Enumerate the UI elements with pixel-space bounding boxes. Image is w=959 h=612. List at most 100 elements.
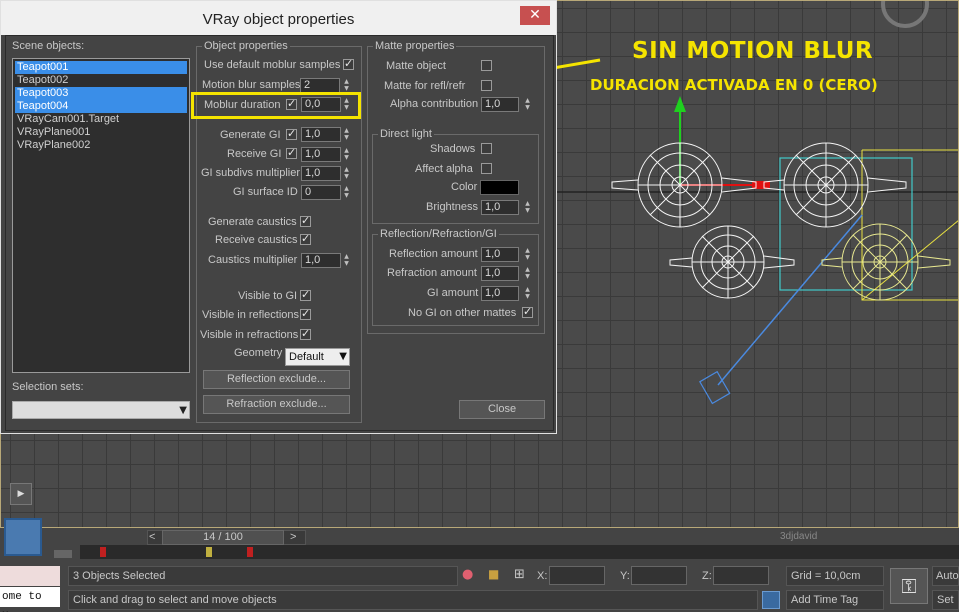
receive-caustics-label: Receive caustics	[215, 234, 298, 246]
annotation-title: SIN MOTION BLUR	[632, 38, 874, 64]
spinner-arrows-icon[interactable]: ▲ ▼	[342, 147, 351, 162]
isolate-icon[interactable]: ●	[462, 567, 473, 582]
list-item[interactable]: VRayPlane002	[15, 139, 187, 152]
annotation-subtitle: DURACION ACTIVADA EN 0 (CERO)	[590, 76, 878, 94]
list-item[interactable]: Teapot001	[15, 61, 187, 74]
matte-object-checkbox[interactable]	[481, 60, 492, 71]
prev-frame-button[interactable]: <	[149, 531, 155, 543]
key-icon[interactable]: ⚿	[890, 568, 928, 604]
add-time-tag-button[interactable]: Add Time Tag	[786, 590, 884, 610]
use-default-moblur-checkbox[interactable]	[343, 57, 354, 70]
transform-icon[interactable]: ⊞	[514, 567, 525, 582]
z-label: Z:	[702, 570, 712, 582]
motion-blur-samples-input[interactable]: 2	[300, 78, 340, 93]
color-swatch[interactable]	[480, 180, 519, 195]
spinner-arrows-icon[interactable]: ▲ ▼	[523, 200, 532, 215]
gi-surface-id-input[interactable]: 0	[301, 185, 341, 200]
maxscript-listener[interactable]	[0, 566, 60, 586]
generate-gi-label: Generate GI	[220, 129, 281, 141]
alpha-contribution-label: Alpha contribution	[390, 98, 479, 110]
y-label: Y:	[620, 570, 630, 582]
lock-icon[interactable]: ■	[488, 567, 499, 581]
next-frame-button[interactable]: >	[290, 531, 296, 543]
matte-properties-label: Matte properties	[373, 40, 457, 52]
receive-caustics-checkbox[interactable]	[300, 232, 311, 245]
no-gi-other-mattes-label: No GI on other mattes	[408, 307, 517, 319]
shadows-checkbox[interactable]	[481, 143, 492, 154]
matte-for-refl-checkbox[interactable]	[481, 80, 492, 91]
visible-in-refractions-checkbox[interactable]	[300, 327, 311, 340]
gi-subdivs-label: GI subdivs multiplier	[201, 167, 301, 179]
prompt-status: Click and drag to select and move object…	[68, 590, 758, 610]
chevron-down-icon: ▼	[339, 351, 347, 362]
list-item[interactable]: Teapot004	[15, 100, 187, 113]
no-gi-other-mattes-checkbox[interactable]	[522, 305, 533, 318]
dialog-title: VRay object properties	[202, 11, 355, 28]
key-marker	[206, 547, 212, 557]
affect-alpha-label: Affect alpha	[415, 163, 473, 175]
spinner-arrows-icon[interactable]: ▲ ▼	[342, 253, 351, 268]
use-default-moblur-label: Use default moblur samples	[204, 59, 341, 71]
rrgi-label: Reflection/Refraction/GI	[378, 228, 499, 240]
object-properties-label: Object properties	[202, 40, 290, 52]
generate-caustics-label: Generate caustics	[208, 216, 297, 228]
spinner-arrows-icon[interactable]: ▲ ▼	[523, 97, 532, 112]
selection-lock-icon[interactable]	[762, 591, 780, 609]
receive-gi-checkbox[interactable]	[286, 146, 297, 159]
list-item[interactable]: VRayPlane001	[15, 126, 187, 139]
frame-slider[interactable]: 14 / 100	[162, 530, 284, 545]
dialog-titlebar[interactable]: VRay object properties ✕	[1, 1, 556, 35]
close-icon[interactable]: ✕	[520, 6, 550, 25]
play-icon[interactable]: ▶	[10, 483, 32, 505]
caustics-multiplier-input[interactable]: 1,0	[301, 253, 341, 268]
visible-in-reflections-checkbox[interactable]	[300, 307, 311, 320]
selection-sets-dropdown[interactable]: ▼	[12, 401, 190, 419]
grid-size-display: Grid = 10,0cm	[786, 566, 884, 586]
visible-to-gi-checkbox[interactable]	[300, 288, 311, 301]
geometry-select[interactable]: Default ▼	[285, 348, 350, 366]
refraction-amount-input[interactable]: 1,0	[481, 266, 519, 281]
gi-subdivs-input[interactable]: 1,0	[301, 166, 341, 181]
spinner-arrows-icon[interactable]: ▲ ▼	[342, 166, 351, 181]
receive-gi-label: Receive GI	[227, 148, 282, 160]
geometry-label: Geometry	[234, 347, 283, 359]
maxscript-output[interactable]: ome to M.	[0, 587, 60, 612]
geometry-value: Default	[289, 351, 324, 363]
list-item[interactable]: VRayCam001.Target	[15, 113, 187, 126]
viewport-nav-icon[interactable]	[4, 518, 42, 556]
reflection-exclude-button[interactable]: Reflection exclude...	[203, 370, 350, 389]
receive-gi-input[interactable]: 1,0	[301, 147, 341, 162]
y-coordinate-input[interactable]	[631, 566, 687, 585]
x-coordinate-input[interactable]	[549, 566, 605, 585]
spinner-arrows-icon[interactable]: ▲ ▼	[523, 266, 532, 281]
gi-amount-input[interactable]: 1,0	[481, 286, 519, 301]
list-item[interactable]: Teapot002	[15, 74, 187, 87]
visible-to-gi-label: Visible to GI	[238, 290, 298, 302]
scene-objects-list[interactable]: Teapot001 Teapot002 Teapot003 Teapot004 …	[12, 58, 190, 373]
generate-gi-checkbox[interactable]	[286, 127, 297, 140]
generate-gi-input[interactable]: 1,0	[301, 127, 341, 142]
z-coordinate-input[interactable]	[713, 566, 769, 585]
track-icon[interactable]	[54, 550, 72, 558]
timeline-track[interactable]	[80, 545, 959, 559]
affect-alpha-checkbox[interactable]	[481, 163, 492, 174]
spinner-arrows-icon[interactable]: ▲ ▼	[342, 127, 351, 142]
chevron-down-icon: ▼	[179, 405, 187, 416]
brightness-input[interactable]: 1,0	[481, 200, 519, 215]
refraction-exclude-button[interactable]: Refraction exclude...	[203, 395, 350, 414]
set-key-button[interactable]: Set	[932, 590, 959, 610]
list-item[interactable]: Teapot003	[15, 87, 187, 100]
spinner-arrows-icon[interactable]: ▲ ▼	[523, 247, 532, 262]
auto-key-button[interactable]: Auto	[932, 566, 959, 586]
selection-status: 3 Objects Selected	[68, 566, 458, 586]
reflection-amount-input[interactable]: 1,0	[481, 247, 519, 262]
spinner-arrows-icon[interactable]: ▲ ▼	[342, 185, 351, 200]
generate-caustics-checkbox[interactable]	[300, 214, 311, 227]
key-marker	[247, 547, 253, 557]
spinner-arrows-icon[interactable]: ▲ ▼	[523, 286, 532, 301]
spinner-arrows-icon[interactable]: ▲ ▼	[342, 78, 351, 93]
selection-sets-label: Selection sets:	[12, 381, 84, 393]
close-button[interactable]: Close	[459, 400, 545, 419]
alpha-contribution-input[interactable]: 1,0	[481, 97, 519, 112]
matte-object-label: Matte object	[386, 60, 446, 72]
